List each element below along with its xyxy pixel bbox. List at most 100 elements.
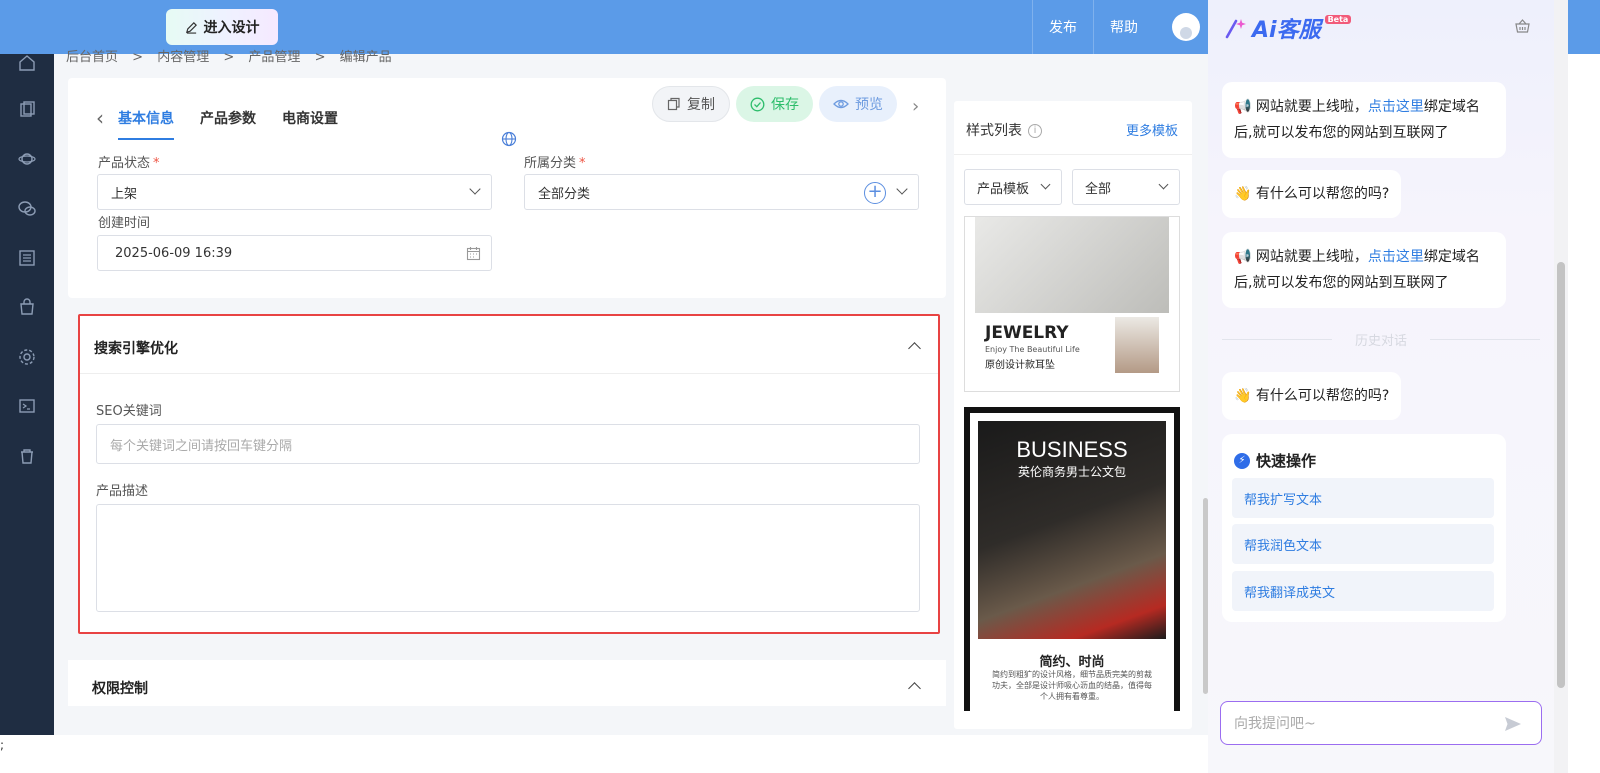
planet-icon[interactable]	[18, 150, 36, 168]
business-desc: 简约到粗犷的设计风格，细节品质完美的剪裁功夫，全部是设计师吸心沥血的结晶，值得每…	[992, 670, 1152, 701]
category-value: 全部分类	[538, 186, 591, 202]
history-divider[interactable]: 历史对话	[1222, 330, 1540, 349]
chat-message: 👋 有什么可以帮您的吗?	[1222, 170, 1402, 218]
preview-button[interactable]: 预览	[819, 86, 897, 122]
breadcrumb-home[interactable]: 后台首页	[66, 50, 118, 65]
template-filter-value: 全部	[1085, 181, 1112, 197]
chat-message: 📢 网站就要上线啦，点击这里绑定域名后,就可以发布您的网站到互联网了	[1222, 82, 1506, 158]
bind-domain-link[interactable]: 点击这里	[1368, 249, 1424, 265]
breadcrumb-sep: >	[132, 50, 144, 65]
category-label: 所属分类 *	[524, 156, 586, 171]
copy-button[interactable]: 复制	[652, 86, 730, 122]
sidebar	[0, 54, 54, 773]
home-icon[interactable]	[18, 54, 36, 72]
tab-product-params[interactable]: 产品参数	[200, 98, 256, 138]
template-thumbnail-jewelry[interactable]: JEWELRY Enjoy The Beautiful Life 原创设计款耳坠	[964, 216, 1180, 392]
template-filter-select[interactable]: 全部	[1072, 169, 1180, 205]
beta-badge: Beta	[1324, 14, 1352, 24]
bolt-icon: ⚡	[1234, 452, 1250, 469]
quick-translate-english[interactable]: 帮我翻译成英文	[1232, 571, 1494, 611]
quick-actions: ⚡ 快速操作 帮我扩写文本 帮我润色文本 帮我翻译成英文	[1222, 434, 1506, 622]
permission-title: 权限控制	[92, 681, 148, 697]
breadcrumb-content[interactable]: 内容管理	[157, 50, 209, 65]
megaphone-icon: 📢	[1234, 249, 1256, 265]
trash-icon[interactable]	[18, 447, 36, 465]
collapse-icon[interactable]	[908, 682, 921, 695]
info-icon[interactable]: i	[1028, 124, 1042, 138]
check-circle-icon	[750, 97, 765, 111]
ai-assistant-panel: Ai客服 Beta 📢 网站就要上线啦，点击这里绑定域名后,就可以发布您的网站到…	[1208, 0, 1554, 773]
template-type-select[interactable]: 产品模板	[964, 169, 1062, 205]
jewelry-cn: 原创设计款耳坠	[985, 360, 1055, 371]
enter-design-label: 进入设计	[203, 20, 260, 36]
business-slogan: 简约、时尚	[1039, 655, 1105, 670]
save-button[interactable]: 保存	[736, 86, 813, 122]
quick-polish-text[interactable]: 帮我润色文本	[1232, 524, 1494, 564]
seo-section: 搜索引擎优化 SEO关键词 每个关键词之间请按回车键分隔 产品描述	[78, 314, 940, 634]
ai-input-placeholder: 向我提问吧~	[1234, 716, 1316, 732]
basket-icon[interactable]	[1514, 18, 1531, 34]
stray-char: ;	[0, 738, 5, 752]
back-icon[interactable]: ‹	[96, 106, 104, 130]
ai-logo-text: Ai客服	[1252, 18, 1321, 43]
chevron-down-icon	[896, 183, 908, 195]
style-list-panel: 样式列表 i 更多模板 产品模板 全部 JEWELRY Enjoy The Bea…	[954, 101, 1192, 729]
seo-keywords-label: SEO关键词	[96, 404, 162, 419]
shopping-bag-icon[interactable]	[18, 298, 36, 316]
product-desc-textarea[interactable]	[96, 504, 920, 612]
style-list-title: 样式列表 i	[966, 120, 1042, 140]
status-value: 上架	[111, 186, 138, 202]
publish-button[interactable]: 发布	[1032, 0, 1093, 54]
seo-keywords-input[interactable]: 每个关键词之间请按回车键分隔	[96, 424, 920, 464]
created-time-label: 创建时间	[98, 216, 151, 231]
template-thumbnail-business[interactable]: BUSINESS 英伦商务男士公文包 简约、时尚 简约到粗犷的设计风格，细节品质…	[964, 407, 1180, 711]
quick-actions-title: ⚡ 快速操作	[1234, 450, 1316, 471]
product-desc-label: 产品描述	[96, 484, 149, 499]
copy-label: 复制	[687, 97, 715, 113]
tab-ecommerce[interactable]: 电商设置	[282, 98, 338, 138]
category-select[interactable]: 全部分类 +	[524, 174, 919, 210]
wave-hand-icon: 👋	[1234, 186, 1256, 202]
breadcrumb-current: 编辑产品	[339, 50, 392, 65]
sparkle-icon	[1225, 19, 1246, 39]
globe-icon[interactable]	[498, 128, 520, 150]
enter-design-button[interactable]: 进入设计	[166, 9, 278, 45]
pages-icon[interactable]	[18, 100, 36, 118]
breadcrumb-sep: >	[314, 50, 326, 65]
page-scrollbar[interactable]	[1554, 0, 1568, 773]
divider	[80, 373, 938, 374]
wechat-icon[interactable]	[18, 200, 36, 218]
gear-icon[interactable]	[18, 348, 36, 366]
quick-expand-text[interactable]: 帮我扩写文本	[1232, 478, 1494, 518]
template-type-value: 产品模板	[977, 181, 1030, 197]
jewelry-photo	[975, 217, 1169, 313]
avatar[interactable]	[1172, 13, 1200, 41]
add-category-icon[interactable]: +	[864, 182, 886, 204]
list-icon[interactable]	[18, 249, 36, 267]
created-time-input[interactable]: 2025-06-09 16:39	[97, 235, 492, 271]
breadcrumb-products[interactable]: 产品管理	[248, 50, 300, 65]
chevron-down-icon	[469, 183, 481, 195]
collapse-icon[interactable]	[908, 342, 921, 355]
more-templates-link[interactable]: 更多模板	[1126, 120, 1178, 139]
send-icon[interactable]	[1503, 714, 1523, 734]
ai-question-input[interactable]: 向我提问吧~	[1220, 701, 1542, 745]
ai-logo: Ai客服 Beta	[1224, 12, 1352, 44]
wave-hand-icon: 👋	[1234, 388, 1256, 404]
tab-basic-info[interactable]: 基本信息	[118, 98, 174, 140]
breadcrumb: 后台首页 > 内容管理 > 产品管理 > 编辑产品	[66, 46, 402, 65]
chat-message: 📢 网站就要上线啦，点击这里绑定域名后,就可以发布您的网站到互联网了	[1222, 232, 1506, 308]
business-cn: 英伦商务男士公文包	[1017, 465, 1126, 479]
breadcrumb-sep: >	[223, 50, 235, 65]
permission-section: 权限控制	[68, 660, 946, 706]
status-select[interactable]: 上架	[97, 174, 492, 210]
tab-bar: ‹ 基本信息 产品参数 电商设置	[96, 98, 364, 140]
seo-title: 搜索引擎优化	[94, 341, 178, 357]
status-label: 产品状态 *	[98, 156, 160, 171]
chevron-right-icon[interactable]: ›	[912, 96, 919, 117]
bind-domain-link[interactable]: 点击这里	[1368, 99, 1424, 115]
jewelry-title: JEWELRY	[985, 323, 1069, 343]
calendar-icon	[466, 247, 481, 261]
terminal-icon[interactable]	[18, 397, 36, 415]
help-button[interactable]: 帮助	[1093, 0, 1154, 54]
